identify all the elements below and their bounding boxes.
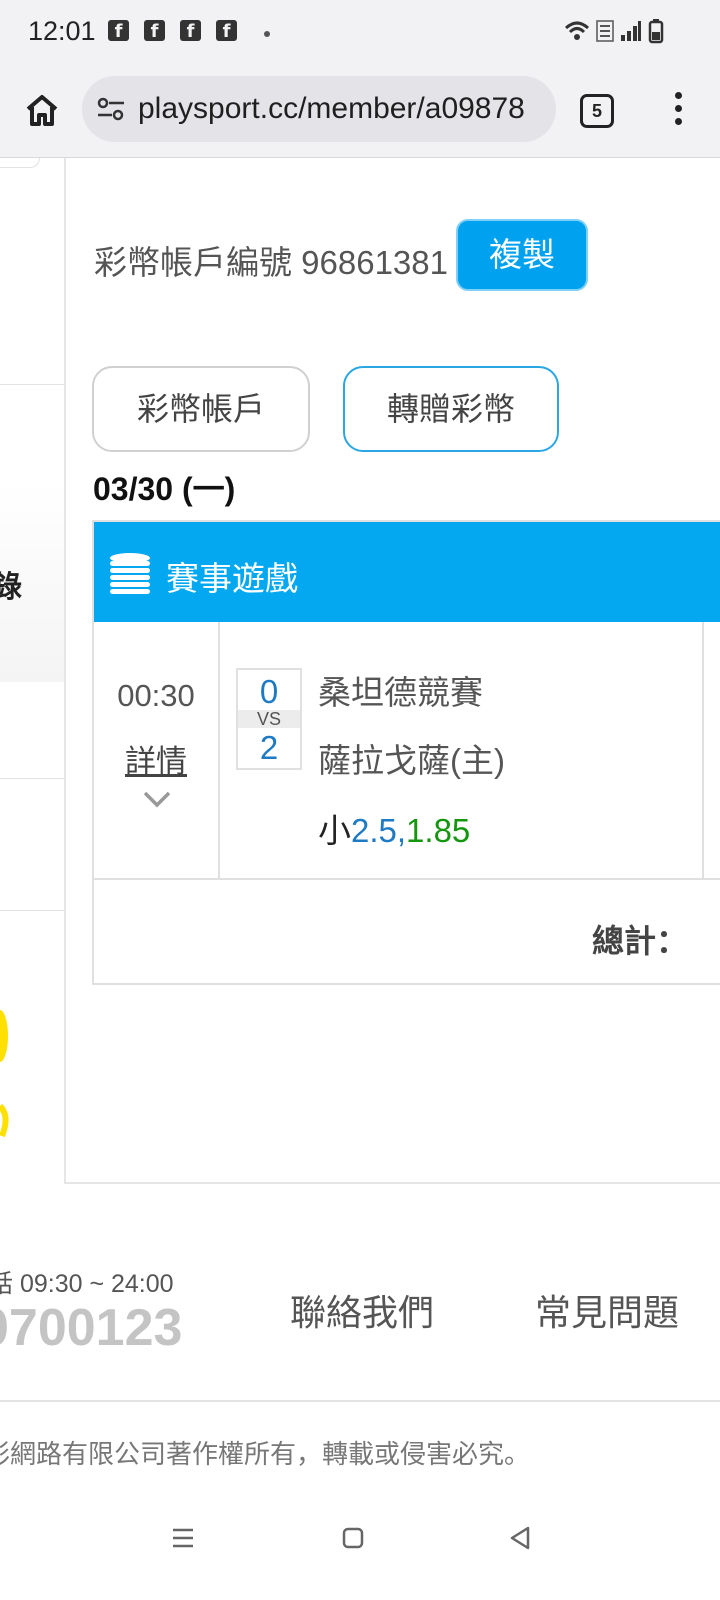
home-team: 薩拉戈薩(主) (318, 742, 505, 779)
service-hours: 話 09:30 ~ 24:00 (0, 1270, 174, 1298)
content-border-bottom (64, 1182, 720, 1184)
coin-stack-icon (110, 553, 150, 594)
signal-icon (621, 21, 641, 41)
total-label: 總計： (592, 923, 689, 959)
copyright-text: 彩網路有限公司著作權所有，轉載或侵害必究。 (0, 1439, 531, 1469)
faq-link[interactable]: 常見問題 (535, 1284, 679, 1336)
game-card: 賽事遊戲 00:30 詳情 0 VS 2 桑坦德競賽 薩拉戈薩(主) 小2.5,… (92, 520, 720, 985)
status-bar: 12:01 f f f f (0, 0, 720, 64)
site-settings-icon[interactable] (96, 96, 126, 122)
sidebar-divider (0, 778, 64, 779)
footer-divider (0, 1400, 720, 1402)
chevron-down-icon[interactable] (142, 788, 172, 810)
facebook-icon: f (144, 20, 165, 42)
service-phone: 0700123 (0, 1299, 183, 1357)
volte-icon (596, 20, 614, 42)
recent-apps-icon[interactable] (163, 1518, 203, 1558)
browser-toolbar: playsport.cc/member/a09878 5 (0, 64, 720, 158)
game-card-title: 賽事遊戲 (166, 560, 298, 597)
facebook-icon: f (108, 20, 129, 42)
contact-us-link[interactable]: 聯絡我們 (290, 1284, 434, 1336)
away-team: 桑坦德競賽 (318, 674, 483, 711)
home-icon[interactable] (22, 90, 62, 130)
wifi-icon (564, 21, 590, 40)
pick-separator: , (396, 812, 407, 849)
tab-switcher-button[interactable]: 5 (580, 94, 614, 128)
game-time: 00:30 (117, 678, 195, 713)
game-row: 00:30 詳情 0 VS 2 桑坦德競賽 薩拉戈薩(主) 小2.5,1.85 (94, 622, 720, 880)
pick-odds: 1.85 (406, 812, 471, 849)
column-divider (218, 622, 220, 880)
battery-icon (648, 19, 664, 44)
facebook-icon: f (216, 20, 237, 42)
tab-coin-account[interactable]: 彩幣帳戶 (92, 366, 310, 452)
sidebar-divider (0, 384, 64, 385)
address-bar[interactable]: playsport.cc/member/a09878 (82, 76, 556, 142)
copy-button[interactable]: 複製 (456, 219, 588, 291)
score-box: 0 VS 2 (236, 668, 302, 770)
vs-label: VS (238, 710, 300, 728)
pick-line: 2.5 (351, 812, 397, 849)
account-number: 彩幣帳戶編號 96861381 (94, 244, 448, 281)
url-text[interactable]: playsport.cc/member/a09878 (138, 92, 525, 126)
details-link[interactable]: 詳情 (94, 736, 218, 781)
date-heading: 03/30 (一) (93, 471, 236, 507)
sidebar-item-label[interactable]: 錄 (0, 562, 22, 606)
pick-info: 小2.5,1.85 (318, 804, 470, 852)
game-card-header: 賽事遊戲 (94, 522, 720, 622)
away-score: 0 (259, 673, 279, 710)
column-divider (702, 622, 704, 880)
home-nav-icon[interactable] (333, 1518, 373, 1558)
content-border-left (64, 158, 66, 1184)
tab-transfer-coins[interactable]: 轉贈彩幣 (343, 366, 559, 452)
sidebar-divider (0, 910, 64, 911)
overflow-menu-icon[interactable] (670, 92, 686, 132)
more-notifications-dot (264, 31, 270, 37)
system-nav-bar (0, 1488, 720, 1600)
back-icon[interactable] (500, 1518, 540, 1558)
sidebar-card-edge (0, 158, 40, 168)
pick-direction: 小 (318, 812, 351, 849)
status-time: 12:01 (28, 16, 96, 46)
facebook-icon: f (180, 20, 201, 42)
mascot-graphic (0, 1010, 9, 1138)
home-score: 2 (259, 729, 279, 766)
